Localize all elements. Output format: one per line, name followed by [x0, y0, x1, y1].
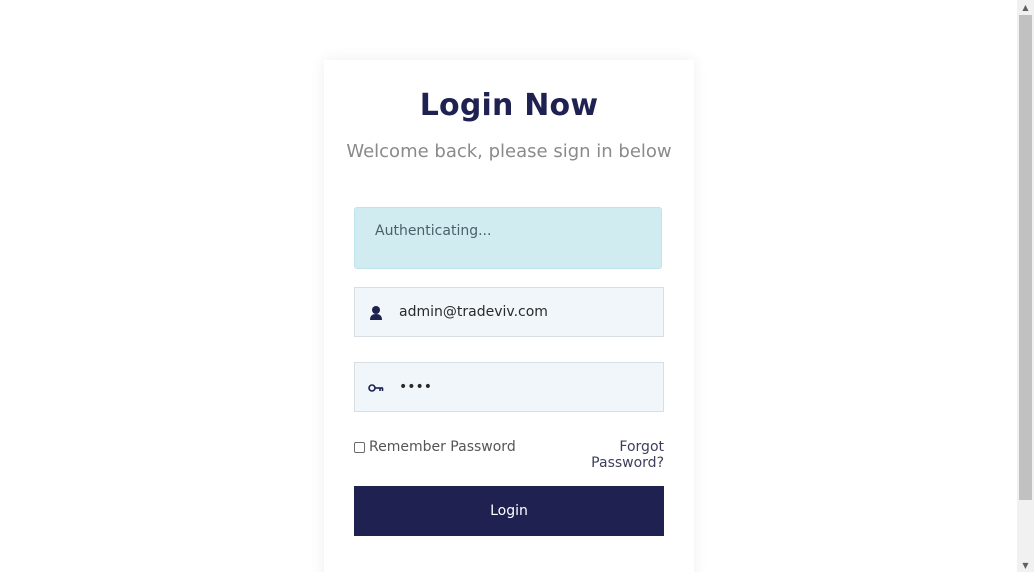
scroll-down-icon[interactable]: ▼ [1017, 558, 1034, 572]
scrollbar-thumb[interactable] [1019, 15, 1032, 500]
forgot-password-link[interactable]: Forgot Password? [544, 439, 664, 471]
email-input[interactable] [399, 288, 649, 336]
status-alert-text: Authenticating... [375, 223, 492, 239]
password-field[interactable] [354, 362, 664, 412]
login-page: Login Now Welcome back, please sign in b… [0, 0, 1034, 572]
key-icon [367, 379, 385, 397]
password-input[interactable] [399, 363, 649, 411]
remember-label: Remember Password [369, 439, 516, 455]
login-button[interactable]: Login [354, 486, 664, 536]
page-subtitle: Welcome back, please sign in below [346, 141, 672, 162]
scroll-up-icon[interactable]: ▲ [1017, 0, 1034, 14]
page-title: Login Now [419, 88, 599, 123]
user-icon [367, 304, 385, 322]
status-alert: Authenticating... [354, 207, 662, 269]
remember-checkbox[interactable] [354, 441, 365, 453]
email-field[interactable] [354, 287, 664, 337]
vertical-scrollbar[interactable]: ▲ ▼ [1017, 0, 1034, 572]
remember-password[interactable]: Remember Password [354, 439, 516, 455]
